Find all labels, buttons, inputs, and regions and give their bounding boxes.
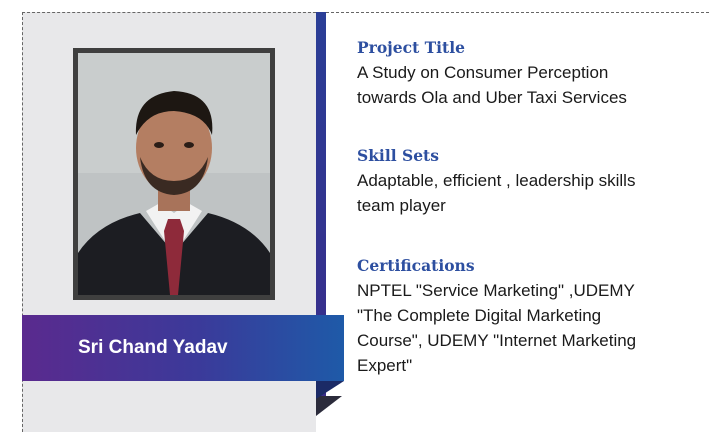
- project-title-line: A Study on Consumer Perception: [357, 63, 609, 82]
- certifications-label: Certifications: [357, 256, 475, 275]
- certifications-line: Course", UDEMY "Internet Marketing: [357, 331, 637, 350]
- project-title-section: Project Title A Study on Consumer Percep…: [357, 38, 627, 110]
- certifications-line: NPTEL "Service Marketing" ,UDEMY: [357, 281, 635, 300]
- profile-photo: [78, 53, 270, 295]
- project-title-line: towards Ola and Uber Taxi Services: [357, 88, 627, 107]
- certifications-line: "The Complete Digital Marketing: [357, 306, 602, 325]
- name-banner: Sri Chand Yadav: [22, 315, 344, 381]
- top-divider: [326, 12, 709, 13]
- profile-photo-frame: [73, 48, 275, 300]
- certifications-section: Certifications NPTEL "Service Marketing"…: [357, 256, 636, 378]
- person-name: Sri Chand Yadav: [78, 337, 228, 358]
- skill-sets-line: Adaptable, efficient , leadership skills: [357, 171, 636, 190]
- bar-fold: [316, 396, 342, 416]
- project-title-label: Project Title: [357, 38, 465, 57]
- certifications-line: Expert": [357, 356, 413, 375]
- skill-sets-line: team player: [357, 196, 446, 215]
- skill-sets-section: Skill Sets Adaptable, efficient , leader…: [357, 146, 635, 218]
- skill-sets-label: Skill Sets: [357, 146, 439, 165]
